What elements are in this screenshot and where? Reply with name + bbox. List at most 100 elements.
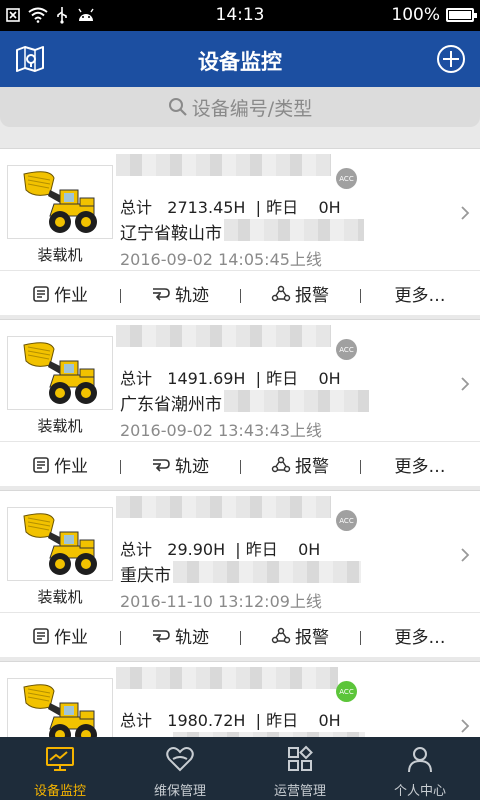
search-input[interactable]: 设备编号/类型 [0,87,480,127]
device-thumbnail [7,678,113,737]
chevron-right-icon[interactable] [460,547,470,563]
search-placeholder: 设备编号/类型 [191,97,313,120]
bottom-tab-bar: 设备监控 维保管理 运营管理 个人中心 [0,737,480,800]
status-bar: 14:13 100% [0,0,480,31]
work-button[interactable]: 作业 [0,623,120,648]
alarm-button[interactable]: 报警 [240,281,360,306]
acc-badge: ACC [336,510,357,531]
device-location: 重庆市 [120,566,171,586]
device-hours: 总计 29.90H | 昨日 0H [120,540,321,559]
device-list[interactable]: 装载机 ACC 总计 2713.45H | 昨日 0H 辽宁省鞍山市 2016-… [0,131,480,737]
route-icon [153,287,170,301]
device-card[interactable]: 装载机 ACC 总计 29.90H | 昨日 0H 重庆市 2016-11-10… [0,490,480,657]
device-id-redacted [116,667,338,689]
more-button[interactable]: 更多… [360,452,480,477]
device-actions: 作业 轨迹 报警 更多… [0,613,480,658]
acc-badge: ACC [336,681,357,702]
tab-label: 运营管理 [273,784,326,799]
track-label: 轨迹 [175,628,209,648]
document-icon [33,456,49,473]
work-label: 作业 [54,628,88,648]
alarm-icon [271,456,291,472]
device-actions: 作业 轨迹 报警 更多… [0,271,480,316]
device-thumbnail [7,507,113,581]
route-icon [153,458,170,472]
document-icon [33,285,49,302]
alarm-label: 报警 [295,457,329,477]
device-card[interactable]: 装载机 ACC 总计 1491.69H | 昨日 0H 广东省潮州市 2016-… [0,319,480,486]
acc-badge: ACC [336,339,357,360]
loader-image [23,171,97,233]
track-button[interactable]: 轨迹 [120,281,240,306]
device-timestamp: 2016-09-02 14:05:45上线 [120,250,322,269]
search-icon [168,98,187,116]
tab-heart[interactable]: 维保管理 [120,737,240,800]
device-type: 装载机 [37,588,83,606]
device-hours: 总计 1980.72H | 昨日 0H [120,711,341,730]
tab-label: 维保管理 [153,784,206,799]
battery-fill [449,11,471,19]
device-card[interactable]: 装载机 ACC 总计 2713.45H | 昨日 0H 辽宁省鞍山市 2016-… [0,148,480,315]
alarm-label: 报警 [295,628,329,648]
device-location: 广东省潮州市 [120,395,222,415]
device-id-redacted [116,496,331,518]
device-actions: 作业 轨迹 报警 更多… [0,442,480,487]
loader-image [23,684,97,737]
tab-person[interactable]: 个人中心 [360,737,480,800]
chevron-right-icon[interactable] [460,718,470,734]
tab-label: 个人中心 [393,784,446,799]
alarm-icon [271,285,291,301]
battery-icon [446,8,477,22]
work-label: 作业 [54,457,88,477]
grid-icon [285,745,315,777]
alarm-icon [271,627,291,643]
monitor-icon [45,745,75,777]
device-type: 装载机 [37,417,83,435]
more-button[interactable]: 更多… [360,281,480,306]
device-timestamp: 2016-09-02 13:43:43上线 [120,421,322,440]
device-thumbnail [7,336,113,410]
loader-image [23,513,97,575]
heart-icon [165,745,195,777]
more-button[interactable]: 更多… [360,623,480,648]
device-location: 辽宁省鞍山市 [120,224,222,244]
status-icons-right: 100% [391,5,477,25]
device-hours: 总计 2713.45H | 昨日 0H [120,198,341,217]
work-button[interactable]: 作业 [0,281,120,306]
more-label: 更多… [394,457,446,477]
search-area: 设备编号/类型 [0,87,480,131]
acc-badge: ACC [336,168,357,189]
route-icon [153,629,170,643]
track-label: 轨迹 [175,457,209,477]
device-timestamp: 2016-11-10 13:12:09上线 [120,592,322,611]
more-label: 更多… [394,628,446,648]
device-id-redacted [116,325,331,347]
page-title: 设备监控 [198,50,282,74]
add-circle-icon[interactable] [436,44,466,74]
loader-image [23,342,97,404]
person-icon [405,745,435,777]
tab-label: 设备监控 [33,784,86,799]
device-hours: 总计 1491.69H | 昨日 0H [120,369,341,388]
alarm-label: 报警 [295,286,329,306]
alarm-button[interactable]: 报警 [240,452,360,477]
device-id-redacted [116,154,331,176]
track-label: 轨迹 [175,286,209,306]
track-button[interactable]: 轨迹 [120,452,240,477]
document-icon [33,627,49,644]
work-button[interactable]: 作业 [0,452,120,477]
address-redacted [173,561,361,583]
battery-percent: 100% [391,5,440,25]
title-bar: 设备监控 [0,31,480,87]
tab-monitor[interactable]: 设备监控 [0,737,120,800]
address-redacted [224,390,369,412]
device-thumbnail [7,165,113,239]
alarm-button[interactable]: 报警 [240,623,360,648]
chevron-right-icon[interactable] [460,205,470,221]
tab-grid[interactable]: 运营管理 [240,737,360,800]
more-label: 更多… [394,286,446,306]
device-card[interactable]: 装载机 ACC 总计 1980.72H | 昨日 0H 天津市 作业 轨迹 报警… [0,661,480,737]
track-button[interactable]: 轨迹 [120,623,240,648]
device-type: 装载机 [37,246,83,264]
chevron-right-icon[interactable] [460,376,470,392]
